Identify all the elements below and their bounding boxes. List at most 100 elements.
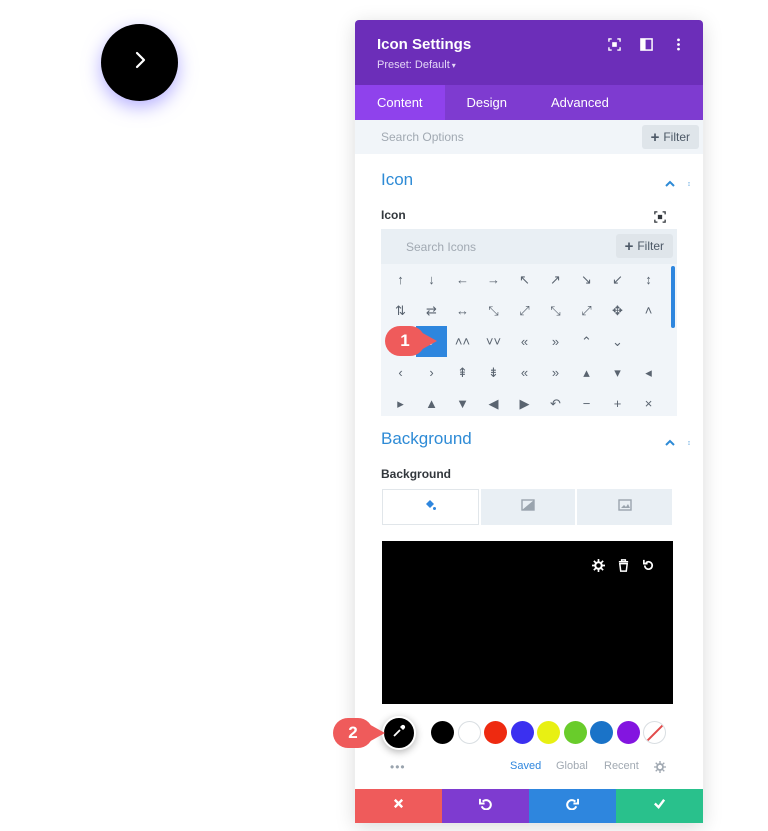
icon-option[interactable]: ▶ xyxy=(509,388,540,419)
background-section-title[interactable]: Background xyxy=(381,429,472,449)
settings-gear-icon[interactable] xyxy=(592,559,605,577)
icon-option[interactable]: ‹ xyxy=(385,357,416,388)
section-more-icon[interactable] xyxy=(687,176,691,194)
marker-number: 2 xyxy=(333,718,373,748)
tab-content[interactable]: Content xyxy=(355,85,445,120)
icon-filter-label: Filter xyxy=(637,239,664,253)
color-swatch[interactable] xyxy=(563,721,587,744)
icon-option[interactable]: ▸ xyxy=(385,388,416,419)
icon-option[interactable]: › xyxy=(416,357,447,388)
color-swatch[interactable] xyxy=(484,721,507,744)
bg-tab-gradient[interactable] xyxy=(480,489,576,525)
icon-option[interactable]: ↕ xyxy=(633,264,664,295)
search-options-input[interactable]: Search Options xyxy=(381,130,464,144)
preset-selector[interactable]: Preset: Default ▾ xyxy=(377,59,456,71)
icon-option[interactable]: ◂ xyxy=(633,357,664,388)
icon-option[interactable]: ˄ xyxy=(633,295,664,326)
icon-option[interactable]: » xyxy=(540,326,571,357)
icon-option[interactable]: × xyxy=(633,388,664,419)
background-color-preview[interactable] xyxy=(382,541,673,704)
search-options-bar[interactable]: Search Options + Filter xyxy=(355,120,703,154)
tab-design[interactable]: Design xyxy=(445,85,529,120)
icon-option[interactable]: « xyxy=(509,326,540,357)
chevron-up-icon[interactable] xyxy=(665,435,675,453)
icon-option[interactable]: ↶ xyxy=(540,388,571,419)
section-more-icon[interactable] xyxy=(687,435,691,453)
preset-caret: ▾ xyxy=(451,61,456,70)
bg-tab-image[interactable] xyxy=(577,489,673,525)
icon-option[interactable]: ↙ xyxy=(602,264,633,295)
palette-settings-gear-icon[interactable] xyxy=(654,760,666,778)
icon-option[interactable]: ⇟ xyxy=(478,357,509,388)
icon-option[interactable]: « xyxy=(509,357,540,388)
color-swatch[interactable] xyxy=(537,721,560,744)
icon-option[interactable]: ⇞ xyxy=(447,357,478,388)
more-swatches-icon[interactable]: ••• xyxy=(390,760,406,774)
icon-picker: Search Icons + Filter ↑ ↓ ← → ↖ ↗ ↘ ↙ ↕ ⇅ ⇄ ↔ ⤡ ⤢ ⤡ ⤢ ✥ ˄… xyxy=(381,229,677,416)
more-options-icon[interactable] xyxy=(671,37,685,51)
icon-option[interactable]: + xyxy=(602,388,633,419)
save-button[interactable] xyxy=(616,789,703,823)
responsive-toggle-icon[interactable] xyxy=(654,210,666,228)
swatch-transparent[interactable] xyxy=(643,721,666,744)
undo-icon xyxy=(478,797,492,815)
settings-tabs: Content Design Advanced xyxy=(355,85,703,120)
icon-option[interactable]: ↑ xyxy=(385,264,416,295)
preview-icon-circle[interactable] xyxy=(101,24,178,101)
split-view-icon[interactable] xyxy=(639,37,653,51)
icon-option[interactable]: ← xyxy=(447,264,478,295)
palette-tab-recent[interactable]: Recent xyxy=(604,760,639,772)
palette-tab-saved[interactable]: Saved xyxy=(510,760,541,772)
icon-filter-button[interactable]: + Filter xyxy=(615,234,673,258)
icon-option[interactable]: ✥ xyxy=(602,295,633,326)
close-icon xyxy=(392,797,405,815)
icon-option[interactable]: ˄˄ xyxy=(447,326,478,357)
icon-option[interactable] xyxy=(633,326,664,357)
icon-option[interactable]: ▴ xyxy=(571,357,602,388)
filter-button[interactable]: + Filter xyxy=(641,125,699,149)
icon-option[interactable]: ⤡ xyxy=(540,295,571,326)
icon-option[interactable]: ⌃ xyxy=(571,326,602,357)
icon-option[interactable]: » xyxy=(540,357,571,388)
palette-tab-global[interactable]: Global xyxy=(556,760,588,772)
fullscreen-icon[interactable] xyxy=(607,37,621,51)
icon-option[interactable]: ⌄ xyxy=(602,326,633,357)
icon-option[interactable]: ⤢ xyxy=(509,295,540,326)
icon-option[interactable]: ⇄ xyxy=(416,295,447,326)
gradient-icon xyxy=(521,498,535,517)
color-swatch[interactable] xyxy=(510,721,534,744)
redo-icon xyxy=(566,797,580,815)
tab-advanced[interactable]: Advanced xyxy=(529,85,631,120)
color-swatch[interactable] xyxy=(590,721,613,744)
search-icons-input[interactable]: Search Icons xyxy=(406,240,476,254)
chevron-up-icon[interactable] xyxy=(665,176,675,194)
color-swatch[interactable] xyxy=(457,721,481,744)
icon-option[interactable]: ↓ xyxy=(416,264,447,295)
color-swatch[interactable] xyxy=(616,721,640,744)
icon-option[interactable]: ↗ xyxy=(540,264,571,295)
discard-button[interactable] xyxy=(355,789,442,823)
icon-section-title[interactable]: Icon xyxy=(381,170,413,190)
icon-option[interactable]: ↖ xyxy=(509,264,540,295)
icon-grid-scrollbar[interactable] xyxy=(671,266,675,328)
icon-search-bar[interactable]: Search Icons + Filter xyxy=(381,229,677,264)
plus-icon: + xyxy=(650,128,660,146)
undo-button[interactable] xyxy=(442,789,529,823)
redo-button[interactable] xyxy=(529,789,616,823)
icon-option[interactable]: ▲ xyxy=(416,388,447,419)
icon-option[interactable]: ⤡ xyxy=(478,295,509,326)
trash-icon[interactable] xyxy=(617,559,630,577)
icon-option[interactable]: ↘ xyxy=(571,264,602,295)
icon-option[interactable]: − xyxy=(571,388,602,419)
icon-option[interactable]: ⇅ xyxy=(385,295,416,326)
icon-option[interactable]: ↔ xyxy=(447,295,478,326)
icon-option[interactable]: → xyxy=(478,264,509,295)
icon-option[interactable]: ▼ xyxy=(447,388,478,419)
icon-option[interactable]: ⤢ xyxy=(571,295,602,326)
icon-option[interactable]: ▾ xyxy=(602,357,633,388)
color-swatch[interactable] xyxy=(431,721,454,744)
bg-tab-color[interactable] xyxy=(382,489,479,525)
icon-option[interactable]: ◀ xyxy=(478,388,509,419)
reset-icon[interactable] xyxy=(642,559,655,577)
icon-option[interactable]: ˅˅ xyxy=(478,326,509,357)
